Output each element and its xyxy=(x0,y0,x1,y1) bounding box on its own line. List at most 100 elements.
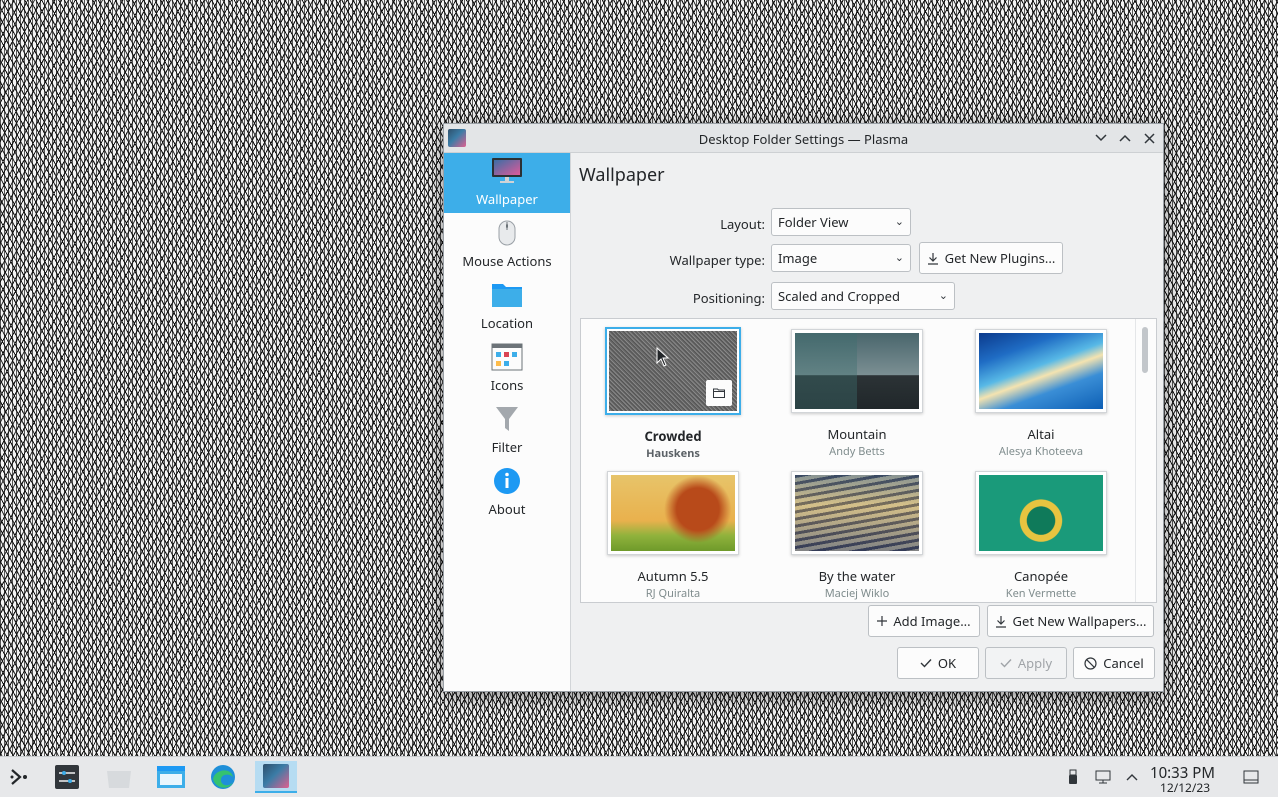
layout-combo[interactable]: Folder View ⌄ xyxy=(771,208,911,236)
wallpaper-thumbnail[interactable] xyxy=(607,471,739,555)
open-folder-button[interactable] xyxy=(706,380,732,406)
mouse-cursor-icon xyxy=(656,347,670,367)
positioning-label: Positioning: xyxy=(692,289,765,307)
wallpaper-tile-altai[interactable]: Altai Alesya Khoteeva xyxy=(951,329,1131,459)
positioning-value: Scaled and Cropped xyxy=(778,287,900,305)
file-manager-taskbar-button[interactable] xyxy=(154,761,188,793)
add-image-label: Add Image... xyxy=(893,612,971,630)
get-new-plugins-label: Get New Plugins... xyxy=(944,249,1056,267)
wallpaper-name: Crowded xyxy=(644,427,702,445)
maximize-button[interactable] xyxy=(1115,128,1135,148)
edge-browser-taskbar-button[interactable] xyxy=(206,761,240,793)
mountain-image xyxy=(795,333,919,409)
canopee-image xyxy=(979,475,1103,551)
wallpaper-type-combo[interactable]: Image ⌄ xyxy=(771,244,911,272)
wallpaper-author: Alesya Khoteeva xyxy=(998,444,1084,459)
settings-dialog: Desktop Folder Settings — Plasma Wallpap… xyxy=(443,123,1164,692)
chevron-down-icon: ⌄ xyxy=(938,288,948,303)
icons-grid-icon xyxy=(491,341,523,373)
title-bar[interactable]: Desktop Folder Settings — Plasma xyxy=(444,124,1163,153)
network-icon[interactable] xyxy=(1094,768,1112,786)
checkmark-icon xyxy=(1000,659,1012,668)
crowded-image xyxy=(609,331,737,411)
get-new-wallpapers-label: Get New Wallpapers... xyxy=(1012,612,1147,630)
sidebar-item-label: Filter xyxy=(491,438,523,456)
discover-taskbar-button[interactable] xyxy=(102,761,136,793)
clock-date[interactable]: 12/12/23 xyxy=(1160,779,1210,796)
usb-icon[interactable] xyxy=(1064,768,1082,786)
sidebar-item-mouse-actions[interactable]: Mouse Actions xyxy=(444,213,570,275)
taskbar: 10:33 PM 12/12/23 xyxy=(0,756,1278,797)
wallpaper-author: Ken Vermette xyxy=(1005,586,1077,601)
sidebar-item-label: Icons xyxy=(490,376,524,394)
monitor-icon xyxy=(491,155,523,187)
cancel-button[interactable]: Cancel xyxy=(1073,647,1155,679)
wallpaper-thumbnail[interactable] xyxy=(975,329,1107,413)
system-settings-taskbar-button[interactable] xyxy=(50,761,84,793)
autumn-image xyxy=(611,475,735,551)
sidebar-item-filter[interactable]: Filter xyxy=(444,399,570,461)
apply-button[interactable]: Apply xyxy=(985,647,1067,679)
plus-icon xyxy=(877,616,888,626)
wallpaper-name: Mountain xyxy=(827,425,887,443)
chevron-down-icon: ⌄ xyxy=(894,214,904,229)
wallpaper-thumbnail[interactable] xyxy=(791,329,923,413)
sidebar-item-about[interactable]: About xyxy=(444,461,570,523)
plasma-app-icon xyxy=(263,764,289,788)
info-icon xyxy=(491,465,523,497)
wallpaper-name: Canopée xyxy=(1013,567,1069,585)
category-sidebar: Wallpaper Mouse Actions Location Icons F… xyxy=(444,153,571,691)
bag-icon xyxy=(107,771,131,788)
edge-browser-icon xyxy=(211,765,235,789)
get-new-wallpapers-button[interactable]: Get New Wallpapers... xyxy=(987,605,1154,637)
by-the-water-image xyxy=(795,475,919,551)
close-button[interactable] xyxy=(1139,128,1159,148)
wallpaper-author: Hauskens xyxy=(646,446,700,461)
layout-label: Layout: xyxy=(720,215,765,233)
wallpaper-page: Wallpaper Layout: Folder View ⌄ Wallpape… xyxy=(571,153,1163,691)
gallery-scrollbar-thumb[interactable] xyxy=(1142,327,1148,373)
positioning-combo[interactable]: Scaled and Cropped ⌄ xyxy=(771,282,955,310)
add-image-button[interactable]: Add Image... xyxy=(868,605,980,637)
sidebar-item-label: Mouse Actions xyxy=(462,252,552,270)
wallpaper-name: Autumn 5.5 xyxy=(637,567,709,585)
wallpaper-tile-crowded[interactable]: Crowded Hauskens xyxy=(583,327,763,461)
sidebar-item-label: Wallpaper xyxy=(476,190,538,208)
wallpaper-thumbnail[interactable] xyxy=(975,471,1107,555)
wallpaper-tile-mountain[interactable]: Mountain Andy Betts xyxy=(767,329,947,459)
chevron-up-icon[interactable] xyxy=(1123,768,1141,786)
minimize-button[interactable] xyxy=(1091,128,1111,148)
plasma-settings-taskbar-button[interactable] xyxy=(255,761,297,793)
wallpaper-tile-by-the-water[interactable]: By the water Maciej Wiklo xyxy=(767,471,947,601)
gallery-scroll-track[interactable] xyxy=(1135,319,1156,602)
checkmark-icon xyxy=(920,659,932,668)
sidebar-item-icons[interactable]: Icons xyxy=(444,337,570,399)
chevron-down-icon: ⌄ xyxy=(894,250,904,265)
application-launcher-button[interactable] xyxy=(2,761,36,793)
close-icon xyxy=(1143,132,1155,144)
get-new-plugins-button[interactable]: Get New Plugins... xyxy=(919,242,1063,274)
filter-icon xyxy=(491,403,523,435)
sidebar-item-location[interactable]: Location xyxy=(444,275,570,337)
wallpaper-thumbnail[interactable] xyxy=(791,471,923,555)
folder-icon xyxy=(491,279,523,311)
altai-image xyxy=(979,333,1103,409)
folder-open-icon xyxy=(713,388,725,398)
sidebar-item-label: About xyxy=(488,500,526,518)
settings-icon xyxy=(55,765,79,789)
folder-icon xyxy=(157,766,185,788)
ok-label: OK xyxy=(937,654,957,672)
show-desktop-icon[interactable] xyxy=(1242,768,1260,786)
wallpaper-thumbnail[interactable] xyxy=(605,327,741,415)
download-icon xyxy=(927,252,938,265)
sidebar-item-wallpaper[interactable]: Wallpaper xyxy=(444,153,570,213)
wallpaper-author: RJ Quiralta xyxy=(645,586,701,601)
page-title: Wallpaper xyxy=(579,163,665,187)
ok-button[interactable]: OK xyxy=(897,647,979,679)
wallpaper-tile-autumn[interactable]: Autumn 5.5 RJ Quiralta xyxy=(583,471,763,601)
window-title: Desktop Folder Settings — Plasma xyxy=(698,130,909,148)
wallpaper-author: Andy Betts xyxy=(829,444,885,459)
cancel-label: Cancel xyxy=(1103,654,1144,672)
layout-value: Folder View xyxy=(778,213,849,231)
wallpaper-tile-canopee[interactable]: Canopée Ken Vermette xyxy=(951,471,1131,601)
